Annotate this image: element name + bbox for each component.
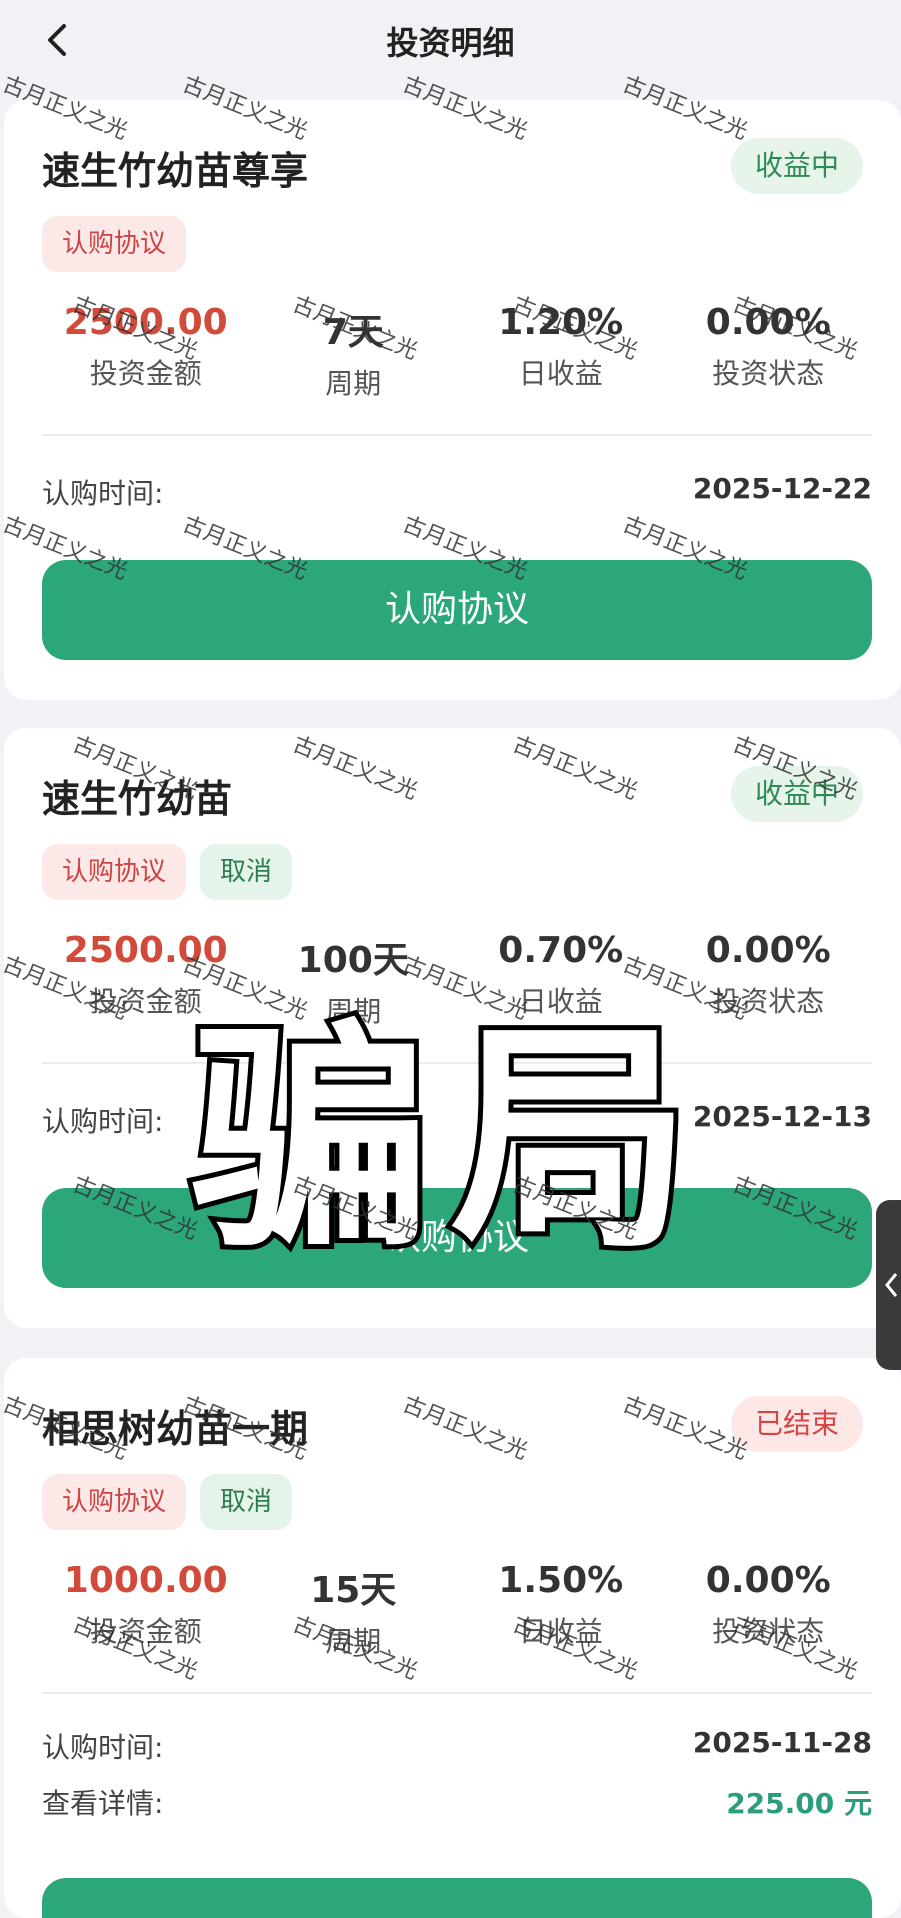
product-name: 速生竹幼苗尊享	[42, 149, 309, 193]
stats-row: 2500.00 投资金额 7天 周期 1.20% 日收益 0.00% 投资状态	[42, 300, 872, 402]
stat-label: 周期	[325, 1625, 382, 1658]
divider	[42, 434, 872, 436]
stat-value: 0.70%	[498, 930, 624, 971]
page-title: 投资明细	[386, 24, 515, 62]
stat-value: 7天	[322, 312, 384, 353]
stat-label: 投资金额	[89, 357, 202, 390]
agreement-tag[interactable]: 认购协议	[42, 1474, 187, 1530]
row-key: 认购时间:	[42, 477, 164, 510]
stat-value: 1.20%	[498, 302, 624, 343]
stat-value: 100天	[297, 940, 409, 981]
stat-amount: 2500.00 投资金额	[42, 300, 250, 402]
status-badge: 收益中	[730, 138, 863, 194]
divider	[42, 1692, 872, 1694]
investment-card: 相思树幼苗一期 已结束 认购协议 取消 1000.00 投资金额 15天 周期 …	[4, 1358, 901, 1918]
stat-label: 日收益	[518, 1615, 603, 1648]
agreement-button[interactable]: 认购协议	[42, 560, 872, 660]
stats-row: 1000.00 投资金额 15天 周期 1.50% 日收益 0.00% 投资状态	[42, 1558, 872, 1660]
row-key: 查看详情:	[42, 1787, 164, 1820]
stat-period: 7天 周期	[250, 300, 458, 402]
row-value: 225.00 元	[726, 1787, 872, 1820]
chevron-left-icon	[885, 1273, 898, 1297]
tag-group: 认购协议 取消	[42, 1474, 293, 1530]
cancel-tag[interactable]: 取消	[200, 1474, 293, 1530]
tag-group: 认购协议	[42, 216, 187, 272]
tag-group: 认购协议 取消	[42, 844, 293, 900]
top-bar: 投资明细	[0, 0, 901, 80]
stat-label: 投资金额	[89, 1615, 202, 1648]
investment-card: 速生竹幼苗尊享 收益中 认购协议 2500.00 投资金额 7天 周期 1.20…	[4, 100, 901, 700]
row-key: 认购时间:	[42, 1731, 164, 1764]
status-badge: 收益中	[730, 766, 863, 822]
info-row: 认购时间: 2025-11-28	[42, 1726, 872, 1766]
product-name: 速生竹幼苗	[42, 777, 233, 821]
info-row: 认购时间: 2025-12-22	[42, 472, 872, 512]
stat-period: 15天 周期	[250, 1558, 458, 1660]
stat-value: 0.00%	[705, 1560, 831, 1601]
row-value: 2025-11-28	[692, 1726, 872, 1759]
stat-value: 15天	[310, 1570, 397, 1611]
stat-label: 投资状态	[712, 1615, 825, 1648]
stat-label: 周期	[325, 367, 382, 400]
status-badge: 已结束	[730, 1396, 863, 1452]
stat-invest-status: 0.00% 投资状态	[665, 1558, 873, 1660]
agreement-tag[interactable]: 认购协议	[42, 844, 187, 900]
cancel-tag[interactable]: 取消	[200, 844, 293, 900]
stat-value: 2500.00	[63, 302, 228, 343]
stat-label: 日收益	[518, 357, 603, 390]
agreement-button[interactable]	[42, 1878, 872, 1918]
stat-daily-yield: 1.20% 日收益	[457, 300, 665, 402]
stat-invest-status: 0.00% 投资状态	[665, 300, 873, 402]
stat-value: 1000.00	[63, 1560, 228, 1601]
stat-value: 0.00%	[705, 302, 831, 343]
product-name: 相思树幼苗一期	[42, 1407, 309, 1451]
stat-amount: 1000.00 投资金额	[42, 1558, 250, 1660]
agreement-tag[interactable]: 认购协议	[42, 216, 187, 272]
stat-value: 2500.00	[63, 930, 228, 971]
row-value: 2025-12-22	[692, 472, 872, 505]
side-float-tab[interactable]	[876, 1200, 901, 1370]
stat-value: 0.00%	[705, 930, 831, 971]
details-row[interactable]: 查看详情: 225.00 元	[42, 1782, 872, 1822]
stat-value: 1.50%	[498, 1560, 624, 1601]
stat-label: 投资状态	[712, 357, 825, 390]
stat-daily-yield: 1.50% 日收益	[457, 1558, 665, 1660]
overlay-caption: 骗局	[186, 1000, 711, 1280]
